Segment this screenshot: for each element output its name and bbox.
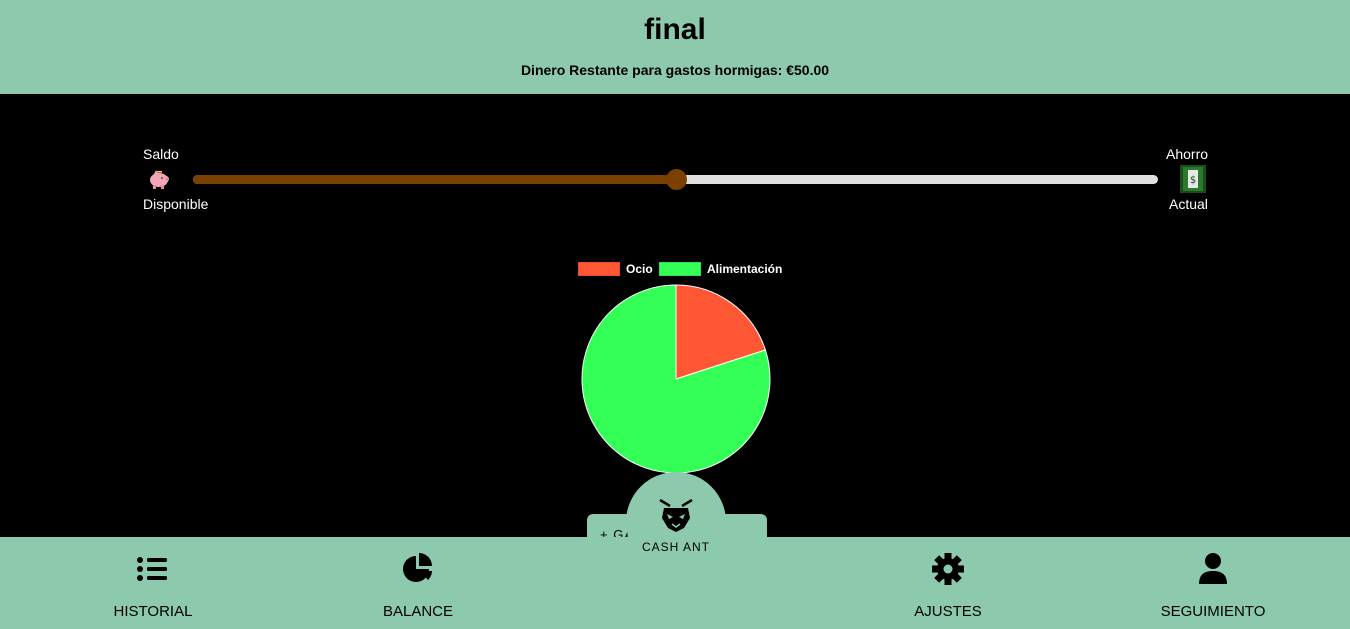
legend-item-ocio[interactable]: Ocio	[578, 262, 653, 276]
nav-historial[interactable]: HISTORIAL	[53, 537, 253, 629]
nav-balance[interactable]: BALANCE	[318, 537, 518, 629]
gear-icon	[932, 553, 964, 585]
ahorro-label: Ahorro	[1166, 146, 1209, 162]
remaining-money-text: Dinero Restante para gastos hormigas: €5…	[520, 62, 830, 78]
actual-label: Actual	[1169, 196, 1208, 212]
money-bill-icon: $	[1178, 164, 1208, 199]
nav-ajustes[interactable]: AJUSTES	[848, 537, 1048, 629]
legend-label: Alimentación	[707, 262, 783, 276]
list-icon	[137, 557, 167, 581]
legend-swatch	[578, 262, 620, 276]
saldo-label: Saldo	[143, 146, 179, 162]
pie-chart[interactable]	[578, 284, 774, 480]
legend-swatch	[659, 262, 701, 276]
svg-text:$: $	[1190, 175, 1196, 186]
ant-logo-icon	[659, 498, 693, 532]
slider-thumb[interactable]	[665, 169, 687, 190]
cash-ant-label: CASH ANT	[641, 540, 710, 554]
app-header: final Dinero Restante para gastos hormig…	[0, 0, 1350, 94]
main-content: Saldo Disponible Ahorro $ Actual Ocio Al…	[0, 94, 1350, 544]
slider-fill	[193, 175, 676, 184]
legend-label: Ocio	[626, 262, 653, 276]
user-icon	[1199, 553, 1227, 584]
nav-label: SEGUIMIENTO	[1160, 603, 1266, 620]
pie-chart-icon	[403, 553, 432, 582]
nav-label: BALANCE	[382, 603, 454, 620]
legend-item-alimentacion[interactable]: Alimentación	[659, 262, 782, 276]
page-title: final	[644, 13, 706, 46]
balance-slider[interactable]	[193, 169, 1158, 190]
piggy-bank-icon	[147, 168, 171, 195]
cash-ant-button[interactable]	[626, 472, 726, 572]
nav-label: AJUSTES	[914, 603, 982, 620]
disponible-label: Disponible	[143, 196, 209, 212]
nav-label: HISTORIAL	[113, 603, 193, 620]
nav-seguimiento[interactable]: SEGUIMIENTO	[1113, 537, 1313, 629]
